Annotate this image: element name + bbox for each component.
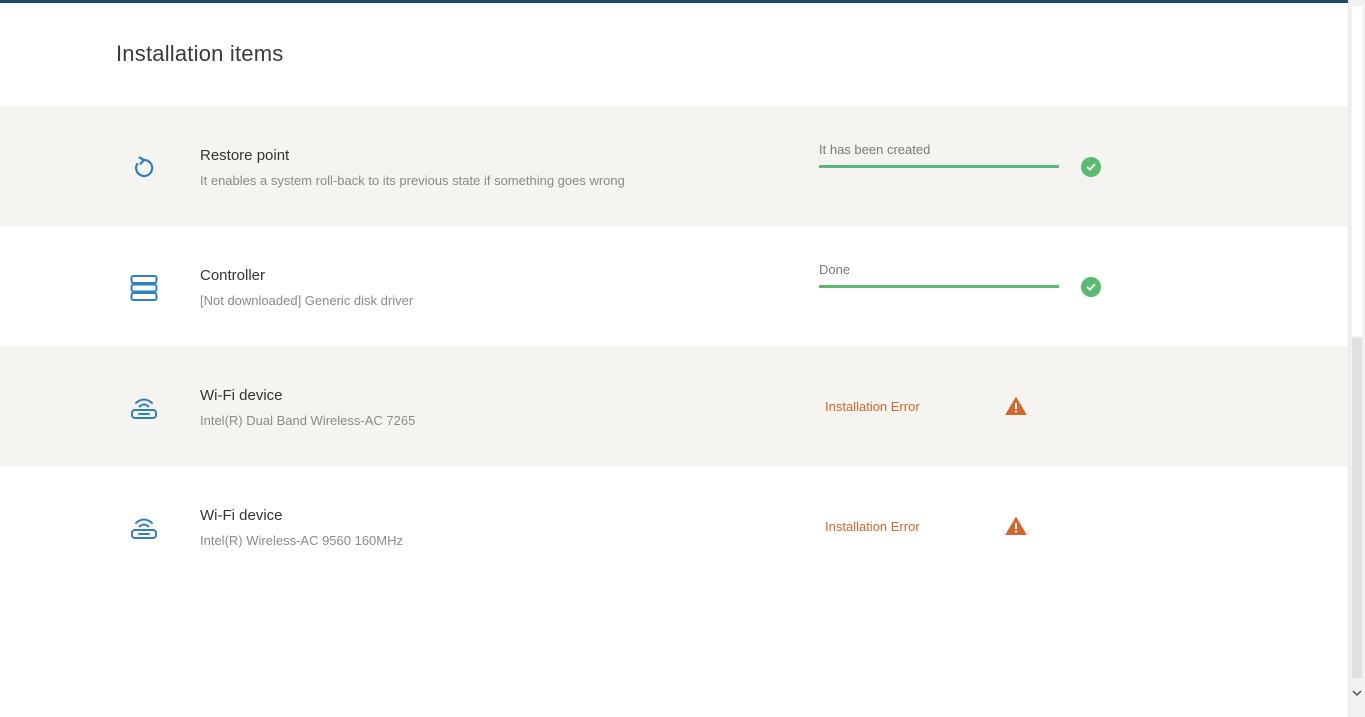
status-text: Done: [819, 262, 851, 277]
scrollbar-track-upper[interactable]: [1352, 6, 1362, 336]
page-title: Installation items: [116, 41, 284, 66]
installation-items-list: Restore point It enables a system roll-b…: [0, 106, 1348, 586]
main-content: Installation items Restore point It enab…: [0, 3, 1348, 717]
item-description: Intel(R) Dual Band Wireless-AC 7265: [200, 413, 416, 428]
progress-fill: [819, 285, 1059, 288]
vertical-scrollbar[interactable]: [1348, 0, 1365, 717]
error-status-text: Installation Error: [825, 399, 920, 414]
item-name: Controller: [200, 267, 266, 284]
scroll-down-arrow-icon[interactable]: [1352, 686, 1362, 700]
list-item-wifi-device-1: Wi-Fi device Intel(R) Dual Band Wireless…: [0, 346, 1348, 466]
item-description: Intel(R) Wireless-AC 9560 160MHz: [200, 533, 404, 548]
list-item-controller: Controller [Not downloaded] Generic disk…: [0, 226, 1348, 346]
wifi-router-icon: [126, 390, 162, 426]
check-circle-icon: [1081, 157, 1101, 177]
item-name: Wi-Fi device: [200, 507, 283, 524]
progress-fill: [819, 165, 1059, 168]
restore-icon: [126, 150, 162, 186]
item-name: Restore point: [200, 147, 290, 164]
scrollbar-thumb[interactable]: [1352, 338, 1362, 678]
wifi-router-icon: [126, 510, 162, 546]
item-name: Wi-Fi device: [200, 387, 283, 404]
list-item-restore-point: Restore point It enables a system roll-b…: [0, 106, 1348, 226]
item-description: It enables a system roll-back to its pre…: [200, 173, 625, 188]
warning-icon: [1005, 516, 1027, 536]
check-circle-icon: [1081, 277, 1101, 297]
progress-bar: [819, 165, 1059, 168]
error-status-text: Installation Error: [825, 519, 920, 534]
warning-icon: [1005, 396, 1027, 416]
status-text: It has been created: [819, 142, 931, 157]
progress-bar: [819, 285, 1059, 288]
server-stack-icon: [126, 270, 162, 306]
item-description: [Not downloaded] Generic disk driver: [200, 293, 414, 308]
list-item-wifi-device-2: Wi-Fi device Intel(R) Wireless-AC 9560 1…: [0, 466, 1348, 586]
